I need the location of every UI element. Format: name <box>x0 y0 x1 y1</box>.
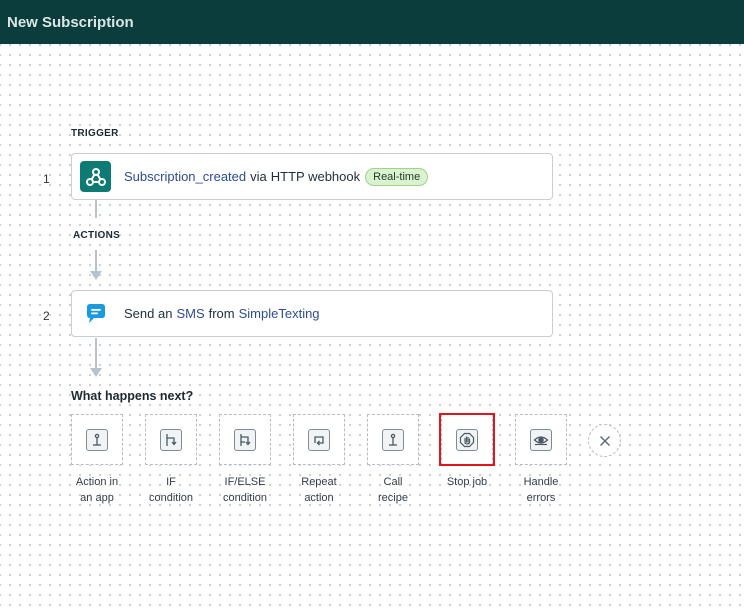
close-icon <box>599 435 610 446</box>
action-icon <box>86 428 108 451</box>
trigger-step-card[interactable]: Subscription_created via HTTP webhook Re… <box>71 153 553 200</box>
option-label: Action in an app <box>75 476 119 504</box>
trigger-app-name: HTTP webhook <box>270 169 361 184</box>
realtime-badge: Real-time <box>365 167 429 186</box>
trigger-event-link[interactable]: Subscription_created <box>124 169 246 184</box>
webhook-icon <box>80 161 111 192</box>
if-condition-icon <box>160 428 182 451</box>
connector-line <box>95 250 97 271</box>
connector-line <box>95 200 97 218</box>
actions-section-label: ACTIONS <box>73 230 121 241</box>
step-number: 2 <box>43 309 50 323</box>
step-number: 1 <box>43 172 50 186</box>
option-label: Handle errors <box>523 476 559 504</box>
page-title: New Subscription <box>7 14 134 31</box>
action-prefix-text: Send an <box>124 306 173 321</box>
action-description: Send an SMS from SimpleTexting <box>124 306 320 321</box>
option-if-condition[interactable]: IF condition <box>145 414 197 506</box>
call-recipe-icon <box>382 428 404 451</box>
if-else-condition-icon <box>234 428 256 451</box>
option-action-in-app-button[interactable] <box>71 414 123 465</box>
eye-icon <box>530 428 552 451</box>
option-if-else-condition[interactable]: IF/ELSE condition <box>219 414 271 506</box>
option-label: Repeat action <box>301 476 337 504</box>
option-handle-errors[interactable]: Handle errors <box>515 414 567 506</box>
action-sms-link[interactable]: SMS <box>176 306 204 321</box>
option-if-condition-button[interactable] <box>145 414 197 465</box>
option-label: IF condition <box>148 476 194 504</box>
stop-hand-icon <box>456 428 478 451</box>
option-action-in-app[interactable]: Action in an app <box>71 414 123 506</box>
option-repeat-action[interactable]: Repeat action <box>293 414 345 506</box>
connector-arrow <box>90 368 102 377</box>
option-if-else-condition-button[interactable] <box>219 414 271 465</box>
trigger-via-text: via <box>250 169 267 184</box>
next-step-title: What happens next? <box>71 389 194 403</box>
app-header: New Subscription <box>0 0 744 44</box>
option-handle-errors-button[interactable] <box>515 414 567 465</box>
action-step-card[interactable]: Send an SMS from SimpleTexting <box>71 290 553 337</box>
option-call-recipe-button[interactable] <box>367 414 419 465</box>
option-stop-job-button[interactable] <box>441 414 493 465</box>
option-stop-job[interactable]: Stop job <box>441 414 493 490</box>
connector-line <box>95 338 97 368</box>
option-label: Stop job <box>446 476 488 488</box>
trigger-description: Subscription_created via HTTP webhook Re… <box>124 167 429 186</box>
simpletexting-icon <box>80 298 111 329</box>
option-repeat-action-button[interactable] <box>293 414 345 465</box>
trigger-section-label: TRIGGER <box>71 128 119 139</box>
option-call-recipe[interactable]: Call recipe <box>367 414 419 506</box>
action-from-text: from <box>208 306 235 321</box>
option-label: IF/ELSE condition <box>222 476 268 504</box>
close-next-step-button[interactable] <box>588 424 621 457</box>
repeat-icon <box>308 428 330 451</box>
connector-arrow <box>90 271 102 280</box>
option-label: Call recipe <box>378 476 408 504</box>
action-app-link[interactable]: SimpleTexting <box>239 306 320 321</box>
